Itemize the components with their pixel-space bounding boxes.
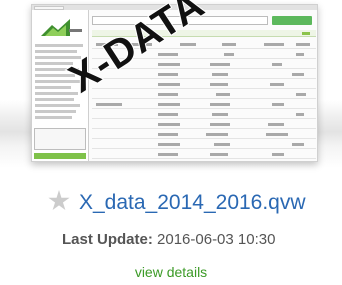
document-title-link[interactable]: X_data_2014_2016.qvw	[79, 191, 306, 215]
star-icon[interactable]	[48, 190, 70, 211]
thumbnail-area: X-DATA	[0, 0, 342, 175]
document-card: X-DATA X_data_2014_2016.qvw Last Update:…	[0, 0, 342, 285]
last-update-value: 2016-06-03 10:30	[157, 231, 276, 248]
view-details-link[interactable]: view details	[0, 264, 342, 280]
last-update-label: Last Update:	[62, 231, 153, 248]
logo-icon	[41, 19, 82, 36]
last-update: Last Update: 2016-06-03 10:30	[62, 231, 275, 248]
